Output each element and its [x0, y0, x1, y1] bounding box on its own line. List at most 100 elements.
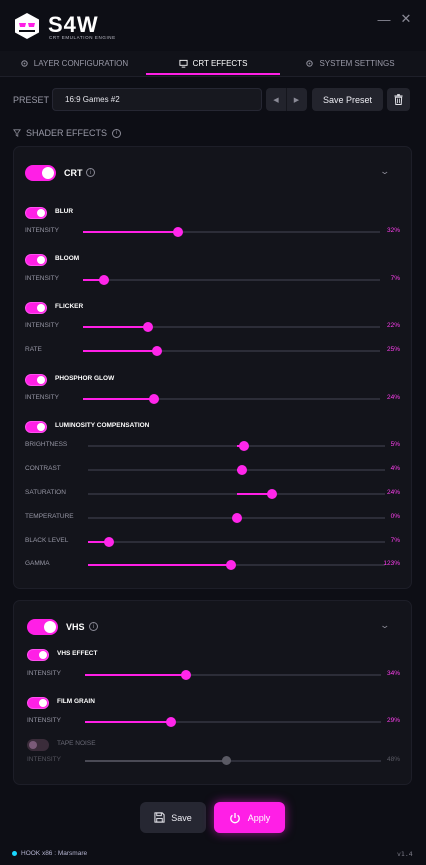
app-subtitle: CRT EMULATION ENGINE — [49, 35, 116, 40]
next-preset-button[interactable]: ▶ — [286, 88, 306, 111]
bloom-label: BLOOM — [55, 255, 80, 262]
luminosity-compensation-black-level-label: BLACK LEVEL — [25, 537, 69, 544]
tab-label: LAYER CONFIGURATION — [33, 59, 129, 68]
luminosity-compensation-black-level-value: 7% — [390, 537, 400, 544]
status-bar: HOOK x86 : Marsmare — [12, 850, 87, 857]
vhs-title: VHS — [66, 622, 85, 632]
gear-icon — [21, 60, 28, 67]
phosphor-glow-intensity-label: INTENSITY — [25, 394, 59, 401]
trash-icon — [394, 94, 403, 105]
shader-effects-label: SHADER EFFECTS — [26, 128, 108, 138]
apply-label: Apply — [247, 812, 271, 823]
blur-intensity-slider-fill — [83, 231, 179, 233]
luminosity-compensation-saturation-label: SATURATION — [25, 489, 66, 496]
tape-noise-toggle[interactable] — [27, 739, 49, 751]
preset-select[interactable]: 16:9 Games #2 — [52, 88, 262, 111]
preset-nav: ◀ ▶ — [266, 88, 307, 111]
chevron-down-icon[interactable]: ⌄ — [379, 166, 390, 177]
tab-layer-configuration[interactable]: LAYER CONFIGURATION — [14, 51, 134, 76]
version-label: v1.4 — [397, 850, 413, 858]
blur-intensity-label: INTENSITY — [25, 227, 59, 234]
save-button[interactable]: Save — [140, 802, 206, 833]
blur-label: BLUR — [55, 208, 74, 215]
close-icon[interactable]: ✕ — [399, 11, 413, 27]
tab-system-settings[interactable]: SYSTEM SETTINGS — [290, 51, 410, 76]
info-icon[interactable]: i — [89, 622, 98, 631]
film-grain-intensity-slider-handle[interactable] — [165, 717, 176, 727]
luminosity-compensation-gamma-label: GAMMA — [25, 560, 50, 567]
vhs-effect-label: VHS EFFECT — [57, 650, 98, 657]
flicker-label: FLICKER — [55, 303, 84, 310]
bloom-intensity-slider[interactable] — [83, 279, 380, 281]
vhs-effect-intensity-value: 34% — [386, 670, 400, 677]
bloom-intensity-slider-handle[interactable] — [98, 275, 109, 285]
preset-label: PRESET — [13, 95, 50, 105]
monitor-icon — [179, 59, 188, 68]
phosphor-glow-toggle[interactable] — [25, 374, 47, 386]
app-logo-icon — [14, 12, 40, 40]
hook-status: HOOK x86 : Marsmare — [21, 850, 88, 857]
blur-intensity-slider-handle[interactable] — [173, 227, 184, 237]
luminosity-compensation-brightness-value: 5% — [390, 441, 400, 448]
tab-label: SYSTEM SETTINGS — [319, 59, 395, 68]
apply-button[interactable]: Apply — [214, 802, 285, 833]
info-icon[interactable]: i — [112, 128, 122, 138]
luminosity-compensation-contrast-label: CONTRAST — [25, 465, 61, 472]
gear-icon — [306, 60, 314, 67]
luminosity-compensation-brightness-slider-handle[interactable] — [238, 441, 249, 451]
luminosity-compensation-toggle[interactable] — [25, 421, 47, 433]
bloom-intensity-label: INTENSITY — [25, 275, 59, 282]
vhs-effect-intensity-slider-fill — [85, 674, 186, 676]
save-label: Save — [171, 812, 192, 823]
luminosity-compensation-label: LUMINOSITY COMPENSATION — [55, 422, 150, 429]
luminosity-compensation-black-level-slider[interactable] — [88, 541, 385, 543]
film-grain-intensity-value: 29% — [386, 717, 400, 724]
minimize-icon[interactable]: — — [377, 12, 391, 27]
luminosity-compensation-gamma-slider-fill — [88, 564, 231, 566]
luminosity-compensation-gamma-value: 123% — [383, 560, 400, 567]
flicker-toggle[interactable] — [25, 302, 47, 314]
delete-preset-button[interactable] — [387, 88, 410, 111]
bloom-toggle[interactable] — [25, 254, 47, 266]
film-grain-toggle[interactable] — [27, 697, 49, 709]
film-grain-intensity-label: INTENSITY — [27, 717, 61, 724]
flicker-rate-label: RATE — [25, 346, 42, 353]
flicker-intensity-label: INTENSITY — [25, 322, 59, 329]
previous-preset-button[interactable]: ◀ — [266, 88, 286, 111]
vhs-effect-intensity-slider-handle[interactable] — [180, 670, 191, 680]
vhs-effect-toggle[interactable] — [27, 649, 49, 661]
vhs-master-toggle[interactable] — [27, 619, 58, 635]
flicker-rate-value: 25% — [386, 346, 400, 353]
crt-title: CRT — [64, 168, 83, 178]
luminosity-compensation-contrast-value: 4% — [390, 465, 400, 472]
phosphor-glow-intensity-slider-fill — [83, 398, 155, 400]
luminosity-compensation-temperature-label: TEMPERATURE — [25, 513, 74, 520]
bloom-intensity-value: 7% — [390, 275, 400, 282]
vhs-effect-intensity-label: INTENSITY — [27, 670, 61, 677]
info-icon[interactable]: i — [86, 168, 95, 177]
tape-noise-intensity-slider-fill — [85, 760, 228, 762]
luminosity-compensation-gamma-slider-handle[interactable] — [225, 560, 236, 570]
flicker-rate-slider-fill — [83, 350, 158, 352]
active-tab-indicator — [146, 73, 280, 75]
shader-effects-heading: SHADER EFFECTS i — [13, 128, 122, 138]
save-preset-button[interactable]: Save Preset — [312, 88, 383, 111]
chevron-down-icon[interactable]: ⌄ — [379, 620, 390, 631]
floppy-disk-icon — [154, 812, 165, 823]
phosphor-glow-intensity-value: 24% — [386, 394, 400, 401]
power-icon — [229, 812, 240, 823]
crt-master-toggle[interactable] — [25, 165, 56, 181]
flicker-intensity-slider-fill — [83, 326, 149, 328]
luminosity-compensation-temperature-slider-handle[interactable] — [231, 513, 242, 523]
blur-toggle[interactable] — [25, 207, 47, 219]
luminosity-compensation-black-level-slider-handle[interactable] — [103, 537, 114, 547]
film-grain-label: FILM GRAIN — [57, 698, 95, 705]
filter-icon — [13, 129, 21, 137]
status-dot-icon — [12, 851, 17, 856]
phosphor-glow-label: PHOSPHOR GLOW — [55, 375, 115, 382]
film-grain-intensity-slider-fill — [85, 721, 171, 723]
tape-noise-label: TAPE NOISE — [57, 740, 96, 747]
tape-noise-intensity-slider-handle[interactable] — [222, 756, 232, 765]
blur-intensity-value: 32% — [386, 227, 400, 234]
luminosity-compensation-temperature-value: 0% — [390, 513, 400, 520]
